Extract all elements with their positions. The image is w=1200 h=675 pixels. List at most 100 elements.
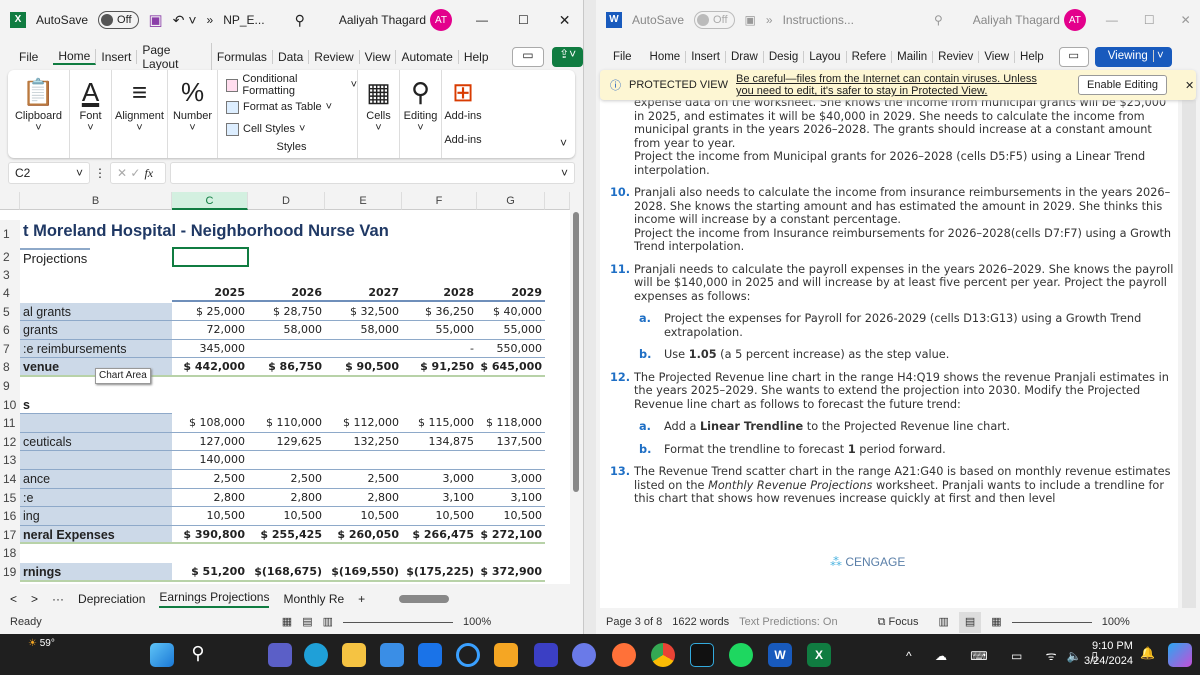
data-cell[interactable]: $ 118,000 bbox=[477, 414, 545, 433]
data-cell[interactable]: 2,800 bbox=[172, 489, 248, 508]
save-icon[interactable]: ▣ bbox=[745, 13, 756, 27]
teams-icon[interactable] bbox=[268, 643, 292, 667]
avatar[interactable]: AT bbox=[1063, 9, 1086, 31]
data-cell[interactable]: $ 25,000 bbox=[172, 303, 248, 322]
data-cell[interactable]: $ 442,000 bbox=[172, 358, 248, 377]
data-cell[interactable]: 345,000 bbox=[172, 340, 248, 359]
row-header[interactable]: 16 bbox=[0, 507, 20, 526]
row-header[interactable]: 7 bbox=[0, 339, 20, 359]
close-icon[interactable]: ✕ bbox=[559, 12, 571, 29]
more-sheets-icon[interactable]: ··· bbox=[52, 592, 64, 606]
data-cell[interactable] bbox=[402, 377, 477, 396]
view-page-break-icon[interactable]: ▥ bbox=[323, 612, 333, 633]
row-header[interactable]: 1 bbox=[0, 220, 20, 248]
row-header[interactable]: 6 bbox=[0, 321, 20, 340]
data-cell[interactable]: $ 40,000 bbox=[477, 303, 545, 322]
save-icon[interactable]: ▣ bbox=[149, 11, 163, 29]
notification-icon[interactable]: 🔔 bbox=[1140, 646, 1155, 660]
view-page-layout-icon[interactable]: ▤ bbox=[302, 612, 312, 633]
firefox-icon[interactable] bbox=[612, 643, 636, 667]
store-icon[interactable] bbox=[380, 643, 404, 667]
sheet-tab-depreciation[interactable]: Depreciation bbox=[78, 592, 145, 606]
tab-formulas[interactable]: Formulas bbox=[212, 50, 273, 64]
zoom-slider[interactable] bbox=[343, 622, 454, 623]
tab-view[interactable]: View bbox=[979, 51, 1016, 63]
data-cell[interactable]: 2,500 bbox=[248, 470, 325, 489]
tab-data[interactable]: Data bbox=[273, 50, 310, 64]
tab-draw[interactable]: Draw bbox=[726, 51, 764, 63]
data-cell[interactable] bbox=[477, 396, 545, 415]
row-header[interactable]: 20 bbox=[0, 581, 20, 584]
data-cell[interactable]: 72,000 bbox=[172, 321, 248, 340]
sheet-tab-earnings-projections[interactable]: Earnings Projections bbox=[159, 590, 270, 608]
copilot-pre-icon[interactable] bbox=[1168, 643, 1192, 667]
data-cell[interactable]: 134,875 bbox=[402, 433, 477, 452]
data-cell[interactable]: $ 260,050 bbox=[325, 526, 402, 545]
data-cell[interactable]: 2,800 bbox=[248, 489, 325, 508]
data-cell[interactable] bbox=[172, 544, 248, 563]
tab-view[interactable]: View bbox=[360, 50, 397, 64]
clock[interactable]: 9:10 PM 3/24/2024 bbox=[1084, 639, 1133, 669]
maximize-icon[interactable]: ☐ bbox=[518, 13, 529, 27]
data-cell[interactable]: 127,000 bbox=[172, 433, 248, 452]
data-cell[interactable]: - bbox=[402, 340, 477, 359]
word-taskbar-icon[interactable]: W bbox=[768, 643, 792, 667]
close-icon[interactable]: ✕ bbox=[1181, 13, 1191, 27]
data-cell[interactable]: 3,100 bbox=[477, 489, 545, 508]
format-as-table-button[interactable]: Format as Table ˅ bbox=[226, 96, 357, 118]
sheet-tab-monthly[interactable]: Monthly Re bbox=[283, 592, 344, 606]
data-cell[interactable] bbox=[325, 396, 402, 415]
file-explorer-icon[interactable] bbox=[342, 643, 366, 667]
row-header[interactable]: 9 bbox=[0, 377, 20, 396]
data-cell[interactable]: $ 91,250 bbox=[402, 358, 477, 377]
search-icon[interactable]: ⚲ bbox=[934, 13, 943, 27]
data-cell[interactable]: $ 108,000 bbox=[172, 414, 248, 433]
file-name[interactable]: Instructions... bbox=[783, 13, 854, 27]
data-cell[interactable] bbox=[325, 451, 402, 470]
close-bar-icon[interactable]: ✕ bbox=[1185, 79, 1194, 92]
vertical-scrollbar[interactable] bbox=[1182, 100, 1196, 608]
data-cell[interactable]: 10,500 bbox=[477, 507, 545, 526]
horizontal-scrollbar[interactable] bbox=[399, 595, 450, 603]
data-cell[interactable]: $ 32,500 bbox=[325, 303, 402, 322]
data-cell[interactable]: 55,000 bbox=[477, 321, 545, 340]
minimize-icon[interactable]: — bbox=[1106, 13, 1118, 27]
zoom-level[interactable]: 100% bbox=[463, 612, 491, 633]
minimize-icon[interactable]: — bbox=[476, 13, 488, 27]
data-cell[interactable]: $ 272,100 bbox=[477, 526, 545, 545]
data-cell[interactable] bbox=[172, 396, 248, 415]
formula-input[interactable]: ˅ bbox=[170, 162, 575, 184]
tab-design[interactable]: Desig bbox=[764, 51, 805, 63]
data-cell[interactable]: 2,500 bbox=[325, 470, 402, 489]
tab-review[interactable]: Reviev bbox=[933, 51, 980, 63]
data-cell[interactable]: $ 51,200 bbox=[172, 563, 248, 582]
data-cell[interactable]: $(168,675) bbox=[248, 563, 325, 582]
row-header[interactable]: 2 bbox=[0, 248, 20, 267]
data-cell[interactable] bbox=[248, 377, 325, 396]
zoom-level[interactable]: 100% bbox=[1102, 612, 1130, 633]
fx-button[interactable]: fx bbox=[144, 166, 153, 181]
data-cell[interactable] bbox=[477, 377, 545, 396]
tab-layout[interactable]: Layou bbox=[804, 51, 847, 63]
data-cell[interactable]: 55,000 bbox=[402, 321, 477, 340]
row-header[interactable]: 18 bbox=[0, 544, 20, 563]
selected-cell-c2[interactable] bbox=[172, 247, 249, 267]
data-cell[interactable]: $ 115,000 bbox=[402, 414, 477, 433]
tab-file[interactable]: File bbox=[608, 51, 637, 63]
data-cell[interactable]: 132,250 bbox=[325, 433, 402, 452]
data-cell[interactable] bbox=[248, 340, 325, 359]
data-cell[interactable]: 550,000 bbox=[477, 340, 545, 359]
enable-editing-button[interactable]: Enable Editing bbox=[1078, 75, 1167, 95]
text-predictions[interactable]: Text Predictions: On bbox=[739, 612, 837, 633]
autosave-toggle[interactable]: Off bbox=[98, 11, 139, 29]
prev-sheet-icon[interactable]: < bbox=[10, 592, 17, 606]
cells-group[interactable]: ▦ Cells ˅ bbox=[358, 70, 400, 158]
vertical-scrollbar[interactable] bbox=[570, 192, 582, 584]
tab-file[interactable]: File bbox=[14, 50, 43, 64]
copilot-icon[interactable] bbox=[572, 643, 596, 667]
data-cell[interactable]: $ 112,000 bbox=[325, 414, 402, 433]
tab-home[interactable]: Home bbox=[645, 51, 687, 63]
undo-icon[interactable]: ↶ ˅ bbox=[173, 12, 197, 29]
mail-icon[interactable] bbox=[418, 643, 442, 667]
row-header[interactable]: 3 bbox=[0, 266, 20, 285]
